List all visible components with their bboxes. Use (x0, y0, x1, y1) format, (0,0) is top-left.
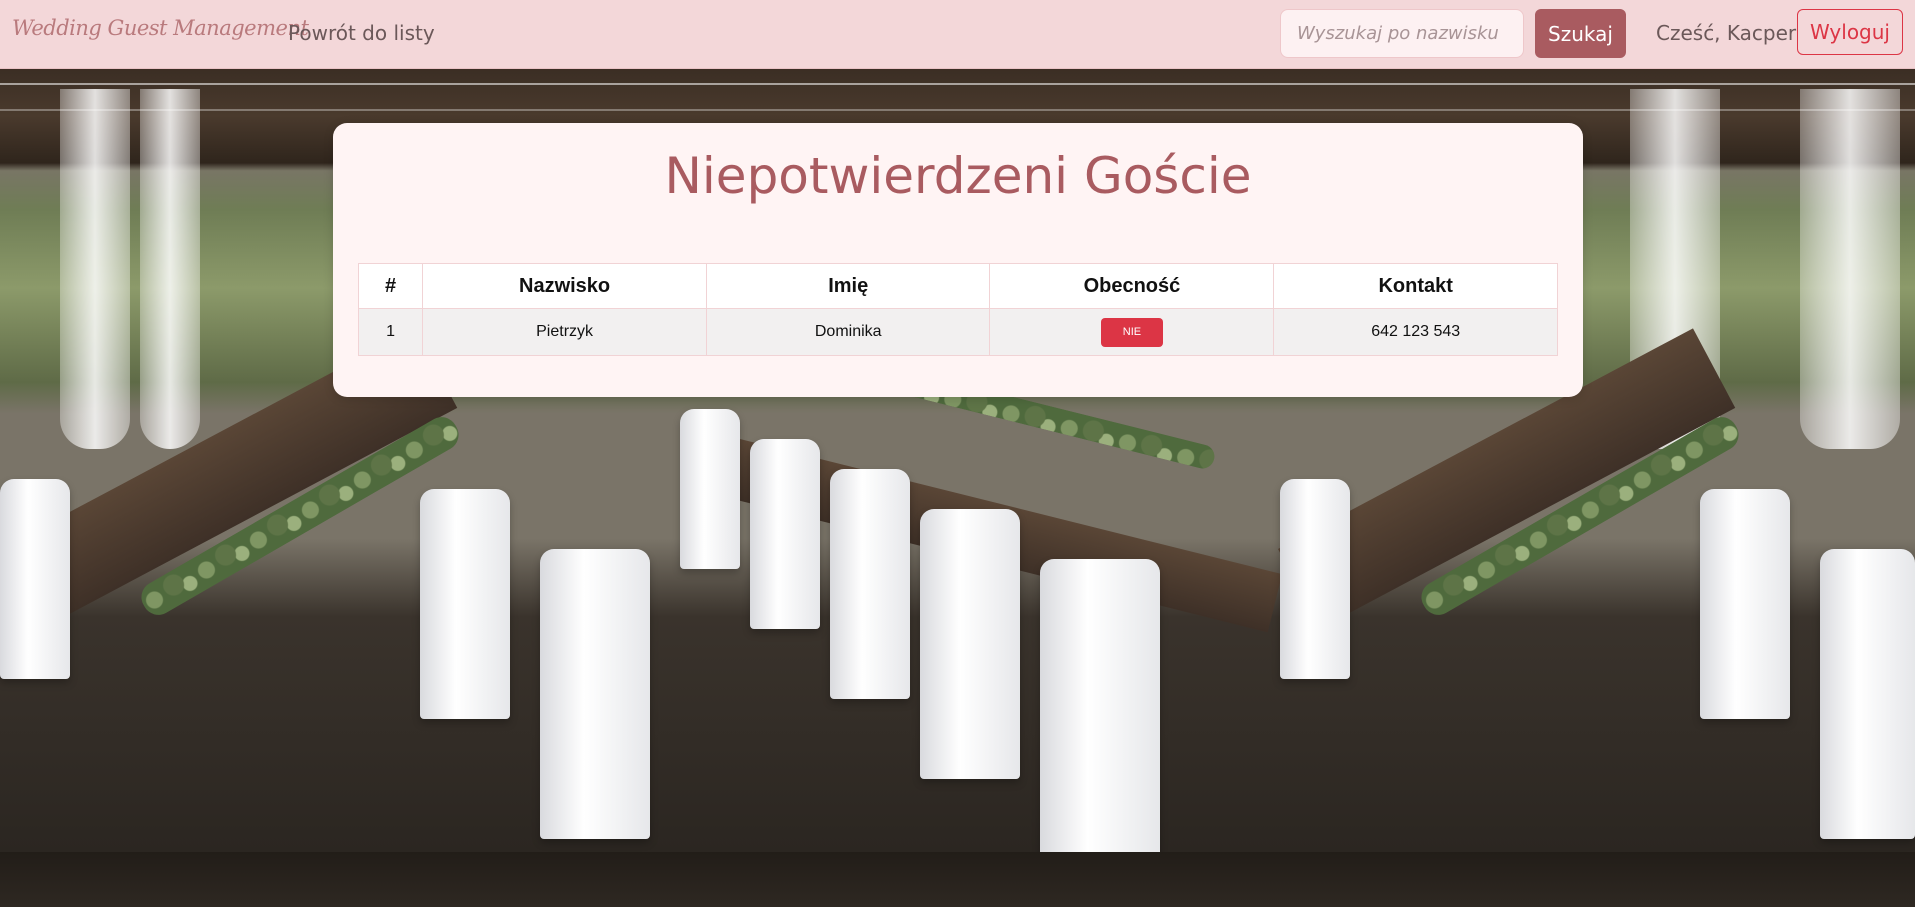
cell-name: Dominika (705, 308, 991, 356)
table-header-row: # Nazwisko Imię Obecność Kontakt (357, 263, 1558, 309)
chair (680, 409, 740, 569)
table-row: 1 Pietrzyk Dominika NIE 642 123 543 (357, 308, 1558, 356)
string-lights (0, 109, 1915, 111)
page-title: Niepotwierdzeni Goście (664, 147, 1252, 205)
floor-band (0, 852, 1915, 907)
chair (830, 469, 910, 699)
curtain-drape (60, 89, 130, 449)
curtain-drape (1800, 89, 1900, 449)
cell-number: 1 (357, 308, 424, 356)
column-header-name: Imię (705, 263, 991, 309)
search-button[interactable]: Szukaj (1535, 9, 1626, 58)
column-header-contact: Kontakt (1273, 263, 1558, 309)
column-header-number: # (357, 263, 424, 309)
chair (1700, 489, 1790, 719)
attendance-badge: NIE (1100, 317, 1163, 347)
chair (0, 479, 70, 679)
navbar: Wedding Guest Management Powrót do listy… (0, 0, 1915, 69)
curtain-drape (140, 89, 200, 449)
chair (750, 439, 820, 629)
chair (1820, 549, 1915, 839)
string-lights (0, 83, 1915, 85)
chair (1280, 479, 1350, 679)
column-header-attendance: Obecność (989, 263, 1275, 309)
user-greeting: Cześć, Kacper (1656, 21, 1797, 45)
guests-table: # Nazwisko Imię Obecność Kontakt 1 Pietr… (357, 263, 1558, 356)
cell-attendance: NIE (989, 308, 1275, 356)
chair (1040, 559, 1160, 859)
cell-surname: Pietrzyk (422, 308, 707, 356)
search-input[interactable] (1280, 9, 1524, 58)
back-to-list-link[interactable]: Powrót do listy (288, 21, 435, 45)
unconfirmed-guests-card: Niepotwierdzeni Goście # Nazwisko Imię O… (333, 123, 1583, 397)
logout-button[interactable]: Wyloguj (1797, 9, 1903, 55)
brand-logo[interactable]: Wedding Guest Management (12, 16, 309, 40)
cell-contact: 642 123 543 (1273, 308, 1558, 356)
chair (420, 489, 510, 719)
chair (540, 549, 650, 839)
column-header-surname: Nazwisko (422, 263, 707, 309)
chair (920, 509, 1020, 779)
